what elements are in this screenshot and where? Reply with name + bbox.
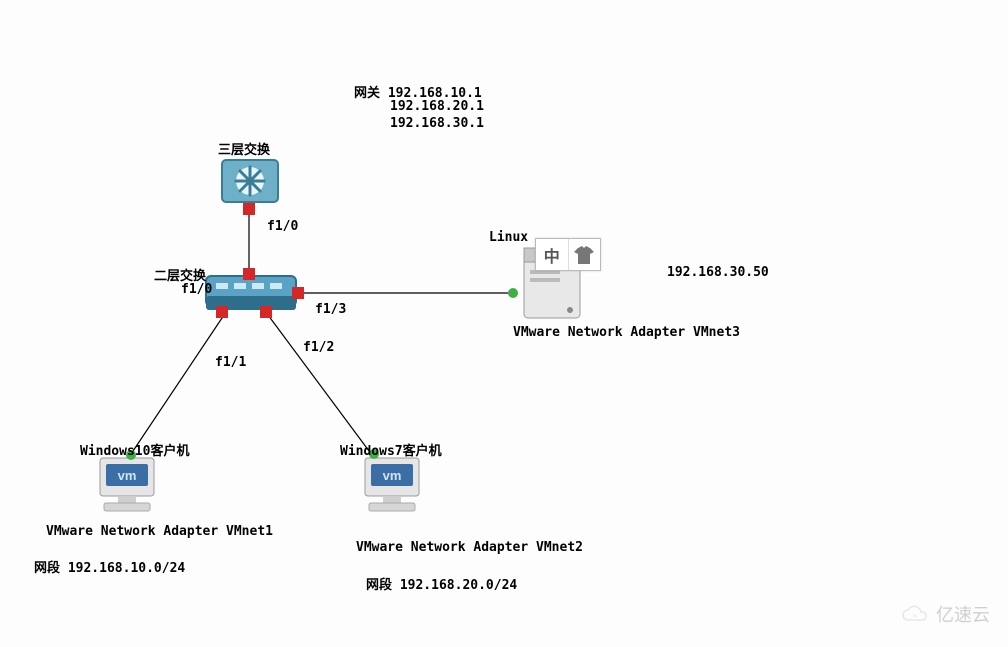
svg-text:vm: vm bbox=[383, 468, 402, 483]
gateway-ip-3: 192.168.30.1 bbox=[390, 116, 484, 131]
l3-switch-label: 三层交换 bbox=[218, 139, 270, 158]
port-l2-f1-0 bbox=[243, 268, 255, 280]
ime-shirt-icon bbox=[568, 239, 601, 270]
l2-switch-icon bbox=[206, 276, 296, 310]
win10-label: Windows10客户机 bbox=[80, 440, 189, 459]
watermark: ∞ 亿速云 bbox=[900, 601, 990, 627]
gateway-ip-2: 192.168.20.1 bbox=[390, 99, 484, 114]
l2-port-f1-2: f1/2 bbox=[303, 340, 334, 355]
l3-switch-icon bbox=[222, 160, 278, 202]
win10-adapter: VMware Network Adapter VMnet1 bbox=[46, 524, 273, 539]
port-l2-f1-3 bbox=[292, 287, 304, 299]
cloud-icon: ∞ bbox=[900, 604, 930, 624]
svg-text:vm: vm bbox=[118, 468, 137, 483]
win10-network: 网段 192.168.10.0/24 bbox=[34, 557, 185, 576]
watermark-text: 亿速云 bbox=[936, 601, 990, 627]
win7-network: 网段 192.168.20.0/24 bbox=[366, 574, 517, 593]
svg-text:∞: ∞ bbox=[913, 612, 917, 620]
l2-port-f1-3: f1/3 bbox=[315, 302, 346, 317]
link-l2-win10 bbox=[127, 315, 224, 460]
l2-port-f1-1: f1/1 bbox=[215, 355, 246, 370]
win7-vm-icon: vm bbox=[365, 458, 419, 511]
win7-adapter: VMware Network Adapter VMnet2 bbox=[356, 540, 583, 555]
link-l2-win7 bbox=[268, 315, 372, 455]
linux-ip: 192.168.30.50 bbox=[667, 265, 769, 280]
ime-palette[interactable]: 中 bbox=[535, 238, 601, 271]
port-l2-f1-1 bbox=[216, 306, 228, 318]
win10-vm-icon: vm bbox=[100, 458, 154, 511]
port-linux bbox=[508, 288, 518, 298]
linux-label: Linux bbox=[489, 230, 528, 245]
l2-port-f1-0: f1/0 bbox=[181, 282, 212, 297]
port-l3-f1-0 bbox=[243, 203, 255, 215]
linux-adapter: VMware Network Adapter VMnet3 bbox=[513, 325, 740, 340]
ime-char: 中 bbox=[536, 239, 568, 270]
port-l2-f1-2 bbox=[260, 306, 272, 318]
l3-port-label: f1/0 bbox=[267, 219, 298, 234]
win7-label: Windows7客户机 bbox=[340, 440, 442, 459]
